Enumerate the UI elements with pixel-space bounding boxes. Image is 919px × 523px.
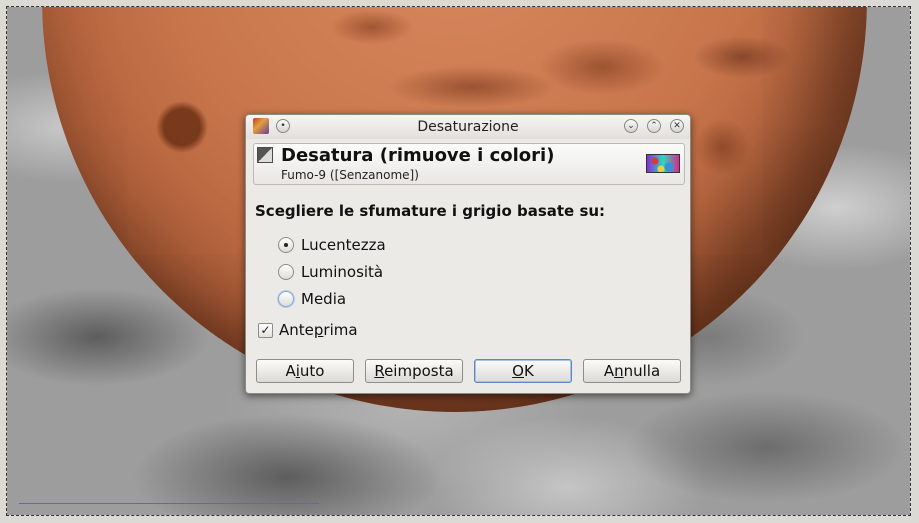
minimize-button[interactable]: ⌄: [624, 119, 638, 133]
option-lucentezza[interactable]: Lucentezza: [278, 236, 386, 254]
ok-button[interactable]: OK: [474, 359, 572, 383]
cancel-button[interactable]: Annulla: [583, 359, 681, 383]
maximize-button[interactable]: ⌃: [647, 119, 661, 133]
dialog-titlebar[interactable]: • Desaturazione ⌄ ⌃ ✕: [246, 115, 690, 139]
radio-button[interactable]: [278, 237, 294, 253]
radio-button[interactable]: [278, 291, 294, 307]
preview-label: Anteprima: [279, 321, 358, 339]
shade-mode-label: Scegliere le sfumature i grigio basate s…: [255, 202, 606, 220]
reset-button[interactable]: Reimposta: [365, 359, 463, 383]
help-button[interactable]: Aiuto: [256, 359, 354, 383]
radio-button[interactable]: [278, 264, 294, 280]
desaturate-icon: [257, 147, 273, 163]
canvas-guide-line: [19, 503, 319, 504]
option-label: Lucentezza: [301, 236, 386, 254]
header-subtitle: Fumo-9 ([Senzanome]): [281, 168, 419, 182]
option-media[interactable]: Media: [278, 290, 346, 308]
option-luminosita[interactable]: Luminosità: [278, 263, 383, 281]
preview-checkbox[interactable]: ✓: [258, 322, 273, 338]
desaturate-dialog: • Desaturazione ⌄ ⌃ ✕ Desatura (rimuove …: [245, 114, 691, 394]
option-label: Luminosità: [301, 263, 384, 281]
preview-toggle[interactable]: ✓ Anteprima: [258, 321, 358, 339]
dialog-header: Desatura (rimuove i colori) Fumo-9 ([Sen…: [253, 143, 685, 185]
header-title: Desatura (rimuove i colori): [281, 145, 555, 166]
close-button[interactable]: ✕: [670, 119, 684, 133]
option-label: Media: [301, 290, 347, 308]
image-thumbnail: [646, 154, 680, 173]
